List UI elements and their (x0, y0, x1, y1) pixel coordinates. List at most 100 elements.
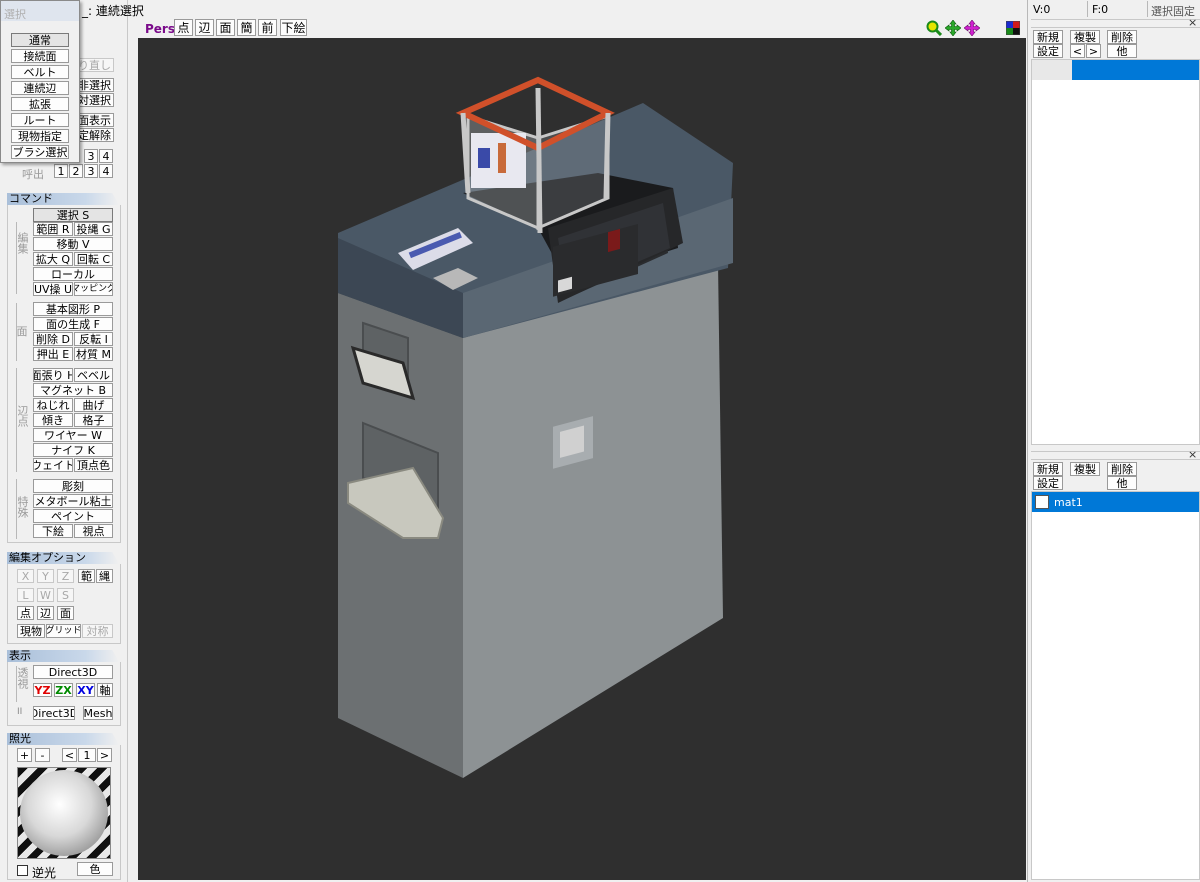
select-command-button[interactable]: 選択 S (33, 208, 113, 222)
light-sphere-preview[interactable] (17, 767, 111, 859)
paint-button[interactable]: ペイント (33, 509, 113, 523)
object-settings-button[interactable]: 設定 (1033, 44, 1063, 58)
face-toggle[interactable]: 面 (57, 606, 74, 620)
recall-3-button[interactable]: 3 (84, 164, 98, 178)
object-new-button[interactable]: 新規 (1033, 30, 1063, 44)
rotate-view-icon[interactable] (964, 20, 980, 36)
sculpt-button[interactable]: 彫刻 (33, 479, 113, 493)
color-grid-icon[interactable] (1006, 21, 1020, 35)
pause-icon[interactable]: II (17, 707, 22, 717)
face-gen-button[interactable]: 面の生成 F (33, 317, 113, 331)
vertex-color-button[interactable]: 頂点色 (74, 458, 113, 472)
object-other-button[interactable]: 他 (1107, 44, 1137, 58)
memory-4-button[interactable]: 4 (99, 149, 113, 163)
material-copy-button[interactable]: 複製 (1070, 462, 1100, 476)
mesh-button[interactable]: Mesh (83, 706, 113, 720)
backlight-checkbox[interactable] (17, 865, 28, 876)
lattice-button[interactable]: 格子 (74, 413, 113, 427)
local-s-toggle[interactable]: S (57, 588, 74, 602)
vp-simple-toggle[interactable]: 簡 (237, 19, 256, 36)
rotate-button[interactable]: 回転 C (74, 252, 113, 266)
object-delete-button[interactable]: 削除 (1107, 30, 1137, 44)
primitive-button[interactable]: 基本図形 P (33, 302, 113, 316)
scale-button[interactable]: 拡大 Q (33, 252, 73, 266)
metaball-button[interactable]: メタボール粘土 (33, 494, 113, 508)
object-panel-close-icon[interactable]: × (1188, 16, 1197, 29)
local-button[interactable]: ローカル (33, 267, 113, 281)
stretch-button[interactable]: 面張り H (33, 368, 73, 382)
select-route-button[interactable]: ルート (11, 113, 69, 127)
vp-vertex-toggle[interactable]: 点 (174, 19, 193, 36)
light-color-button[interactable]: 色 (77, 862, 113, 876)
knife-button[interactable]: ナイフ K (33, 443, 113, 457)
view-yz-button[interactable]: YZ (33, 683, 52, 697)
uv-button[interactable]: UV操 U (33, 282, 73, 296)
object-list-row-selected[interactable] (1032, 60, 1199, 80)
lasso-toggle[interactable]: 縄 (96, 569, 113, 583)
object-copy-button[interactable]: 複製 (1070, 30, 1100, 44)
flip-button[interactable]: 反転 I (74, 332, 113, 346)
vertex-toggle[interactable]: 点 (17, 606, 34, 620)
weight-button[interactable]: ウェイト (33, 458, 73, 472)
viewpoint-button[interactable]: 視点 (74, 524, 113, 538)
magnet-button[interactable]: マグネット B (33, 383, 113, 397)
wire-button[interactable]: ワイヤー W (33, 428, 113, 442)
material-list[interactable]: mat1 (1031, 491, 1200, 880)
axis-button[interactable]: 軸 (97, 683, 113, 697)
extrude-button[interactable]: 押出 E (33, 347, 73, 361)
object-prev-button[interactable]: < (1070, 44, 1085, 58)
grid-toggle[interactable]: グリッド (46, 624, 81, 638)
select-expand-button[interactable]: 拡張 (11, 97, 69, 111)
light-add-button[interactable]: + (17, 748, 32, 762)
recall-2-button[interactable]: 2 (69, 164, 83, 178)
range-button[interactable]: 範囲 R (33, 222, 73, 236)
renderer2-button[interactable]: Direct3D (33, 706, 75, 720)
view-zx-button[interactable]: ZX (54, 683, 73, 697)
vp-edge-toggle[interactable]: 辺 (195, 19, 214, 36)
zoom-icon[interactable] (926, 20, 942, 36)
view-xy-button[interactable]: XY (76, 683, 95, 697)
light-remove-button[interactable]: - (35, 748, 50, 762)
symmetry-toggle[interactable]: 対称 (82, 624, 113, 638)
material-panel-close-icon[interactable]: × (1188, 448, 1197, 461)
range-toggle[interactable]: 範 (78, 569, 95, 583)
vp-underlay-toggle[interactable]: 下絵 (280, 19, 307, 36)
memory-3-button[interactable]: 3 (84, 149, 98, 163)
select-belt-button[interactable]: ベルト (11, 65, 69, 79)
projection-mode[interactable]: Pers (145, 22, 175, 36)
vp-front-toggle[interactable]: 前 (258, 19, 277, 36)
delete-button[interactable]: 削除 D (33, 332, 73, 346)
3d-viewport[interactable] (138, 38, 1026, 880)
bend-button[interactable]: 曲げ (74, 398, 113, 412)
object-next-button[interactable]: > (1086, 44, 1101, 58)
axis-z-toggle[interactable]: Z (57, 569, 74, 583)
object-toggle[interactable]: 現物 (17, 624, 45, 638)
light-next-button[interactable]: > (97, 748, 112, 762)
vp-face-toggle[interactable]: 面 (216, 19, 235, 36)
material-delete-button[interactable]: 削除 (1107, 462, 1137, 476)
axis-y-toggle[interactable]: Y (37, 569, 54, 583)
move-button[interactable]: 移動 V (33, 237, 113, 251)
select-connected-face-button[interactable]: 接続面 (11, 49, 69, 63)
redo-button[interactable]: り直し (74, 58, 114, 72)
local-w-toggle[interactable]: W (37, 588, 54, 602)
material-settings-button[interactable]: 設定 (1033, 476, 1063, 490)
recall-4-button[interactable]: 4 (99, 164, 113, 178)
renderer-button[interactable]: Direct3D (33, 665, 113, 679)
axis-x-toggle[interactable]: X (17, 569, 34, 583)
light-prev-button[interactable]: < (62, 748, 77, 762)
select-brush-button[interactable]: ブラシ選択 (11, 145, 69, 159)
tilt-button[interactable]: 傾き (33, 413, 73, 427)
edge-toggle[interactable]: 辺 (37, 606, 54, 620)
unlock-button[interactable]: 定解除 (74, 128, 114, 142)
material-other-button[interactable]: 他 (1107, 476, 1137, 490)
local-l-toggle[interactable]: L (17, 588, 34, 602)
lasso-button[interactable]: 投縄 G (74, 222, 113, 236)
face-show-button[interactable]: 面表示 (74, 113, 114, 127)
twist-button[interactable]: ねじれ (33, 398, 73, 412)
material-new-button[interactable]: 新規 (1033, 462, 1063, 476)
underlay-button[interactable]: 下絵 (33, 524, 73, 538)
object-list[interactable] (1031, 59, 1200, 445)
bevel-button[interactable]: ベベル (74, 368, 113, 382)
material-list-item[interactable]: mat1 (1032, 492, 1199, 512)
